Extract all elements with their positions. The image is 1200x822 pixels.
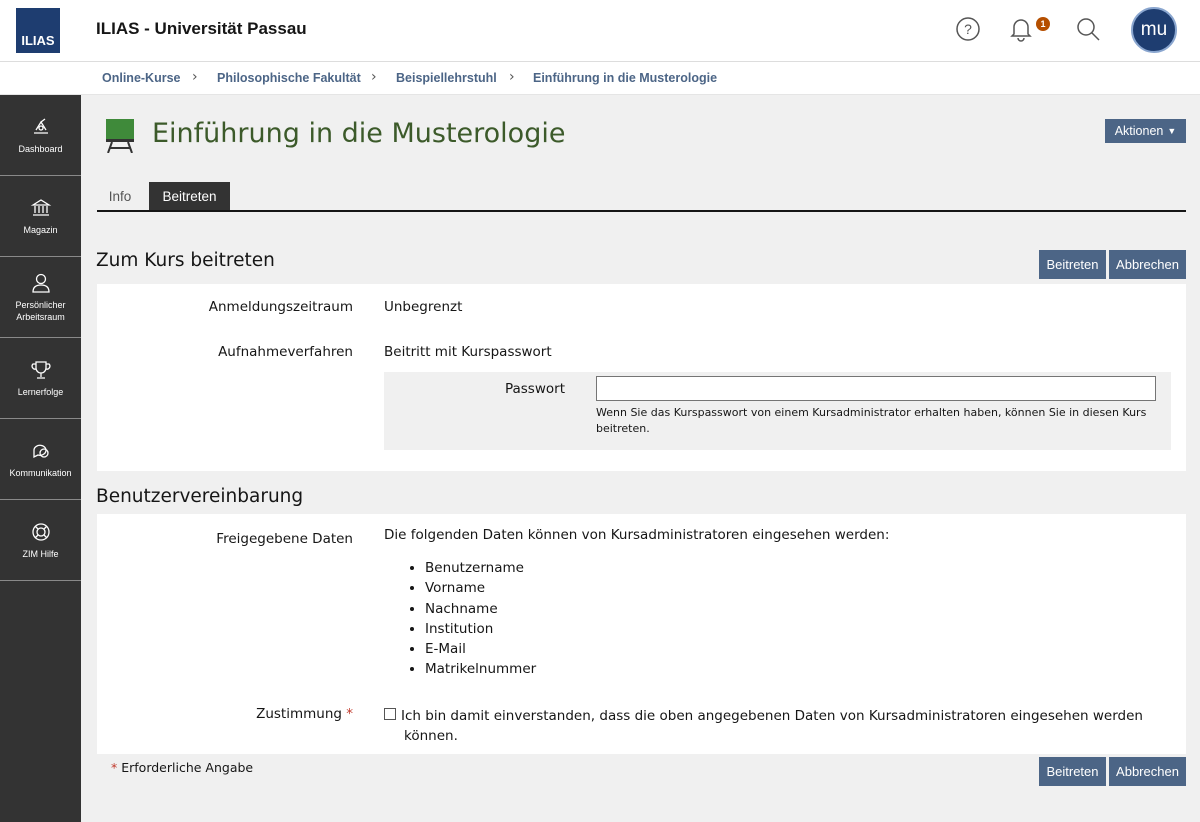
join-section-title: Zum Kurs beitreten: [96, 250, 275, 271]
admission-label: Aufnahmeverfahren: [218, 344, 353, 360]
cancel-button-top[interactable]: Abbrechen: [1109, 250, 1186, 279]
shared-data-intro: Die folgenden Daten können von Kursadmin…: [384, 527, 890, 543]
shared-data-label: Freigegebene Daten: [216, 531, 353, 547]
required-asterisk: *: [111, 760, 118, 775]
chevron-right-icon: ›: [192, 69, 198, 85]
ilias-logo[interactable]: ILIAS: [16, 8, 60, 53]
chevron-right-icon: ›: [509, 69, 515, 85]
cancel-button-bottom[interactable]: Abbrechen: [1109, 757, 1186, 786]
required-asterisk: *: [346, 706, 353, 722]
required-note: * Erforderliche Angabe: [111, 760, 253, 775]
password-label: Passwort: [504, 381, 565, 397]
sidebar-item-label: Persönlicher Arbeitsraum: [15, 299, 66, 322]
trophy-icon: [30, 360, 51, 379]
consent-text-line1: Ich bin damit einverstanden, dass die ob…: [401, 708, 1143, 724]
main-sidebar: Dashboard Magazin Persönlicher Arbeitsra…: [0, 95, 81, 822]
registration-period-value: Unbegrenzt: [384, 299, 463, 315]
password-help-text: Wenn Sie das Kurspasswort von einem Kurs…: [596, 406, 1147, 435]
sidebar-item-dashboard[interactable]: Dashboard: [0, 95, 81, 176]
registration-period-label: Anmeldungszeitraum: [208, 299, 353, 315]
agreement-section-title: Benutzervereinbarung: [96, 486, 304, 507]
lifebuoy-icon: [31, 522, 50, 541]
sidebar-item-kommunikation[interactable]: Kommunikation: [0, 419, 81, 500]
consent-text-line2: können.: [404, 728, 458, 744]
sidebar-item-lernerfolge[interactable]: Lernerfolge: [0, 338, 81, 419]
list-item: Benutzername: [425, 558, 536, 578]
breadcrumb-item[interactable]: Einführung in die Musterologie: [533, 71, 717, 85]
breadcrumb: Online-Kurse › Philosophische Fakultät ›…: [0, 62, 1200, 95]
top-header: ILIAS ILIAS - Universität Passau ? 1 mu: [0, 0, 1200, 62]
tab-info[interactable]: Info: [97, 182, 143, 210]
list-item: Vorname: [425, 578, 536, 598]
required-note-text: Erforderliche Angabe: [121, 760, 254, 775]
person-icon: [31, 273, 50, 293]
bell-icon[interactable]: [1006, 14, 1036, 44]
avatar[interactable]: mu: [1131, 7, 1177, 53]
dashboard-icon: [33, 117, 48, 134]
svg-text:?: ?: [964, 21, 972, 37]
course-icon: [106, 119, 134, 153]
join-button-top[interactable]: Beitreten: [1039, 250, 1106, 279]
bank-icon: [30, 198, 51, 216]
list-item: Institution: [425, 619, 536, 639]
consent-label: Zustimmung *: [150, 706, 353, 722]
notification-badge: 1: [1036, 17, 1050, 31]
tab-beitreten[interactable]: Beitreten: [149, 182, 230, 210]
actions-dropdown-button[interactable]: Aktionen ▼: [1105, 119, 1186, 143]
sidebar-item-label: Dashboard: [18, 143, 63, 154]
search-icon[interactable]: [1073, 14, 1103, 44]
join-button-bottom[interactable]: Beitreten: [1039, 757, 1106, 786]
page-title: Einführung in die Musterologie: [152, 118, 566, 149]
sidebar-item-label: Kommunikation: [9, 467, 72, 478]
breadcrumb-item[interactable]: Online-Kurse: [102, 71, 181, 85]
chat-icon: [32, 444, 49, 458]
consent-text[interactable]: Ich bin damit einverstanden, dass die ob…: [401, 706, 1171, 746]
caret-down-icon: ▼: [1167, 126, 1177, 136]
list-item: E-Mail: [425, 639, 536, 659]
sidebar-item-label: Lernerfolge: [17, 386, 64, 397]
breadcrumb-item[interactable]: Beispiellehrstuhl: [396, 71, 497, 85]
tab-bar: Info Beitreten: [97, 182, 1186, 212]
admission-value: Beitritt mit Kurspasswort: [384, 344, 552, 360]
list-item: Matrikelnummer: [425, 659, 536, 679]
help-icon[interactable]: ?: [953, 14, 983, 44]
breadcrumb-item[interactable]: Philosophische Fakultät: [217, 71, 361, 85]
sidebar-item-label: ZIM Hilfe: [22, 548, 59, 559]
consent-checkbox[interactable]: [384, 708, 396, 720]
shared-data-list: Benutzername Vorname Nachname Institutio…: [409, 558, 536, 680]
app-title: ILIAS - Universität Passau: [96, 19, 307, 38]
list-item: Nachname: [425, 599, 536, 619]
chevron-right-icon: ›: [371, 69, 377, 85]
consent-label-text: Zustimmung: [256, 706, 342, 722]
password-input[interactable]: [596, 376, 1156, 401]
sidebar-item-label: Magazin: [23, 224, 58, 235]
sidebar-item-zim-hilfe[interactable]: ZIM Hilfe: [0, 500, 81, 581]
actions-label: Aktionen: [1114, 124, 1164, 138]
sidebar-item-magazin[interactable]: Magazin: [0, 176, 81, 257]
sidebar-item-persoenlicher-arbeitsraum[interactable]: Persönlicher Arbeitsraum: [0, 257, 81, 338]
